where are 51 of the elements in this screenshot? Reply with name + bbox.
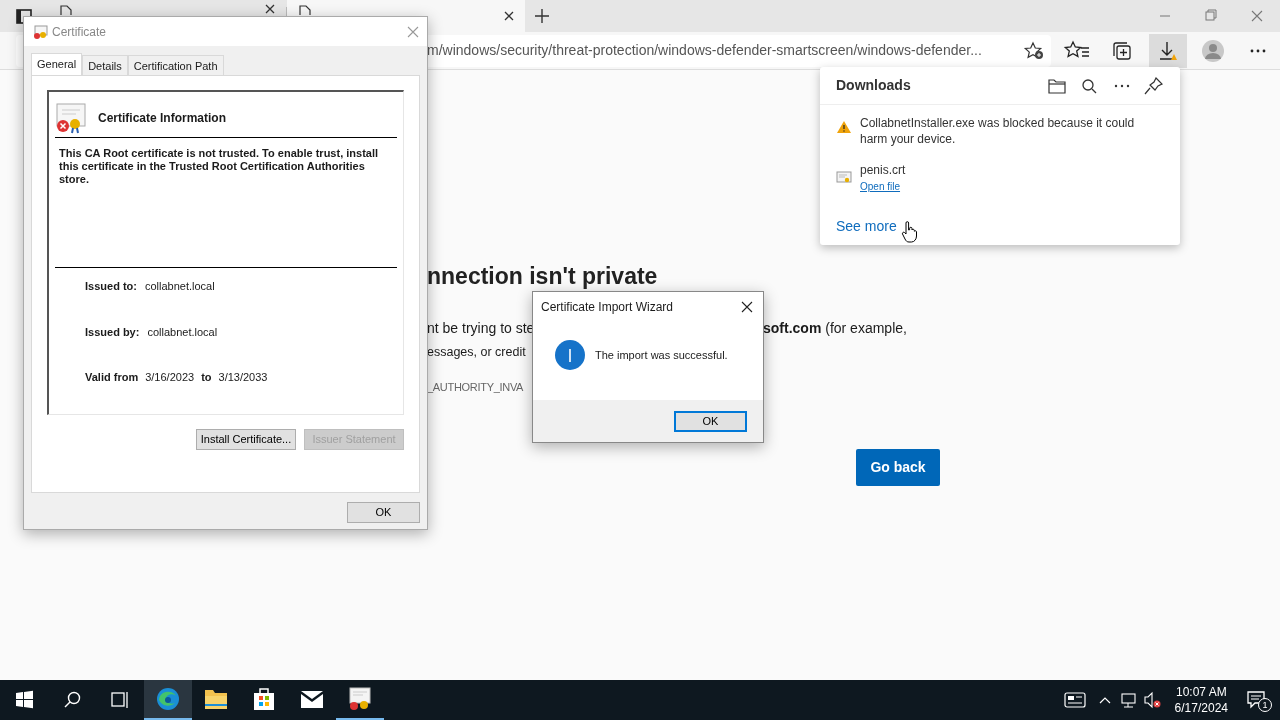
go-back-button[interactable]: Go back [856,449,940,486]
certificate-error-icon [55,101,87,134]
field-label: Issued to: [85,279,137,294]
dialog-title: Certificate Import Wizard [541,299,675,316]
certificate-icon [32,23,48,40]
dialog-tab[interactable]: General [31,53,83,75]
field-value: collabnet.local [147,324,218,340]
close-icon[interactable] [741,301,753,313]
page-icon [60,5,72,15]
see-more-link[interactable]: See more [836,216,897,237]
success-message: The import was successful. [595,347,728,363]
folder-icon [204,687,228,711]
field-value: collabnet.local [144,279,215,294]
url-text: m/windows/security/threat-protection/windows-defender-smartscreen/windows-defender... [427,41,983,60]
notification-icon [1246,690,1268,710]
panel-title: Downloads [836,76,912,95]
field-label: to [201,370,212,385]
trust-message: This CA Root certificate is not trusted. To enable trust, install this certificate in the Trusted Root Certification Authorities store. [55,138,397,268]
download-message: CollabnetInstaller.exe was blocked because it could harm your device. [860,115,1136,147]
page-icon [299,5,311,15]
taskbar-app[interactable] [144,680,192,720]
error-code: _AUTHORITY_INVA [427,380,524,395]
notifications-button[interactable]: 1 [1236,680,1280,720]
field-label: Valid from [85,370,139,385]
section-heading: Certificate Information [98,109,226,127]
info-icon [555,340,585,370]
clock-date: 6/17/2024 [1174,700,1228,716]
certificate-icon [348,687,372,711]
dialog-tab[interactable]: Details [82,55,128,75]
close-icon[interactable] [503,10,515,22]
clock[interactable]: 10:07 AM 6/17/2024 [1166,684,1236,716]
ok-button[interactable]: OK [674,410,747,432]
clock-time: 10:07 AM [1175,684,1227,700]
ok-button[interactable]: OK [347,502,420,523]
field-value: 3/13/2033 [218,370,268,385]
file-name: penis.crt [860,162,906,179]
dialog-tab[interactable]: Certification Path [127,55,224,75]
browser-icon [156,687,180,711]
paragraph-text: essages, or credit [427,344,526,361]
store-bag-icon [252,687,276,711]
warning-icon [836,119,852,135]
paragraph-text: soft.com (for example, [763,319,907,338]
page-heading: nnection isn't private [427,264,658,288]
open-file-link[interactable]: Open file [860,179,901,194]
downloads-button[interactable] [1149,33,1187,68]
certificate-file-icon [836,169,852,185]
field-value: 3/16/2023 [145,370,195,385]
notification-count: 1 [1258,698,1272,712]
install-certificate-button[interactable]: Install Certificate... [196,429,296,450]
close-icon[interactable] [264,2,276,15]
field-label: Issued by: [85,324,140,340]
